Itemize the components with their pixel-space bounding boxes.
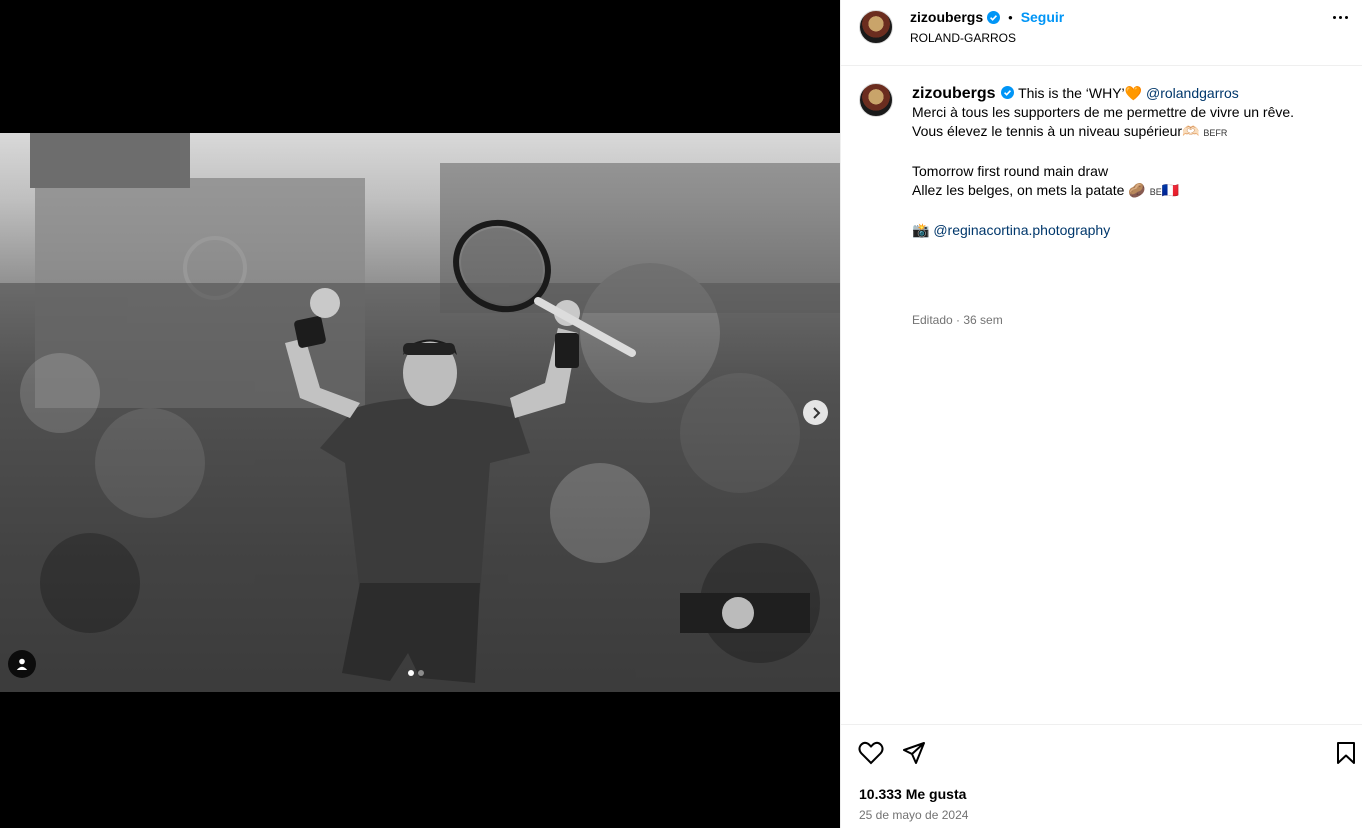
photographer-mention-link[interactable]: @reginacortina.photography: [933, 222, 1110, 238]
caption-line: Tomorrow first round main draw: [912, 163, 1109, 179]
carousel-dot-active: [408, 670, 414, 676]
separator-dot: •: [1008, 9, 1013, 25]
user-tag-button[interactable]: [8, 650, 36, 678]
caption-avatar[interactable]: [859, 83, 893, 117]
author-username[interactable]: zizoubergs: [910, 9, 983, 25]
flag-emoji: 🇫🇷: [1161, 182, 1180, 198]
post-caption: zizoubergs This is the ‘WHY’🧡 @rolandgar…: [912, 84, 1342, 240]
carousel-indicators: [408, 670, 424, 676]
post-age[interactable]: 36 sem: [963, 313, 1002, 327]
header-user-row: zizoubergs • Seguir: [910, 9, 1064, 25]
edited-label: Editado: [912, 313, 953, 327]
chevron-right-icon: [812, 406, 820, 419]
author-avatar[interactable]: [859, 10, 893, 44]
carousel-next-button[interactable]: [803, 400, 828, 425]
post-sidebar: zizoubergs • Seguir ROLAND-GARROS zizoub…: [840, 0, 1362, 828]
verified-badge-icon: [1001, 86, 1015, 99]
caption-username[interactable]: zizoubergs: [912, 85, 996, 102]
post-header: zizoubergs • Seguir ROLAND-GARROS: [841, 0, 1362, 66]
camera-emoji: 📸: [912, 222, 930, 238]
flag-label: BE: [1149, 187, 1162, 197]
more-options-icon[interactable]: [1333, 16, 1348, 19]
media-pane: [0, 0, 840, 828]
likes-count[interactable]: 10.333 Me gusta: [859, 786, 966, 802]
orange-heart-emoji: 🧡: [1124, 85, 1143, 101]
bookmark-icon[interactable]: [1335, 741, 1357, 770]
post-date: 25 de mayo de 2024: [859, 808, 969, 822]
action-bar: 10.333 Me gusta 25 de mayo de 2024: [841, 724, 1362, 828]
post-location[interactable]: ROLAND-GARROS: [910, 31, 1016, 45]
caption-meta: Editado · 36 sem: [912, 313, 1003, 327]
caption-line: Vous élevez le tennis à un niveau supéri…: [912, 123, 1183, 139]
caption-text: This is the ‘WHY’: [1018, 85, 1125, 101]
heart-icon[interactable]: [858, 741, 884, 770]
user-tag-icon: [16, 658, 28, 670]
potato-emoji: 🥔: [1128, 182, 1146, 198]
share-icon[interactable]: [902, 741, 926, 770]
mention-link[interactable]: @rolandgarros: [1146, 85, 1239, 101]
verified-badge-icon: [987, 10, 1001, 24]
post-photo[interactable]: [0, 133, 840, 692]
caption-line: Allez les belges, on mets la patate: [912, 182, 1125, 198]
heart-hands-emoji: 🫶🏻: [1182, 123, 1200, 139]
caption-line: Merci à tous les supporters de me permet…: [912, 104, 1295, 120]
tennis-player-photo: [0, 133, 840, 692]
follow-button[interactable]: Seguir: [1021, 9, 1065, 25]
carousel-dot: [418, 670, 424, 676]
caption-area: zizoubergs This is the ‘WHY’🧡 @rolandgar…: [841, 66, 1362, 724]
flag-label: BEFR: [1203, 128, 1228, 138]
